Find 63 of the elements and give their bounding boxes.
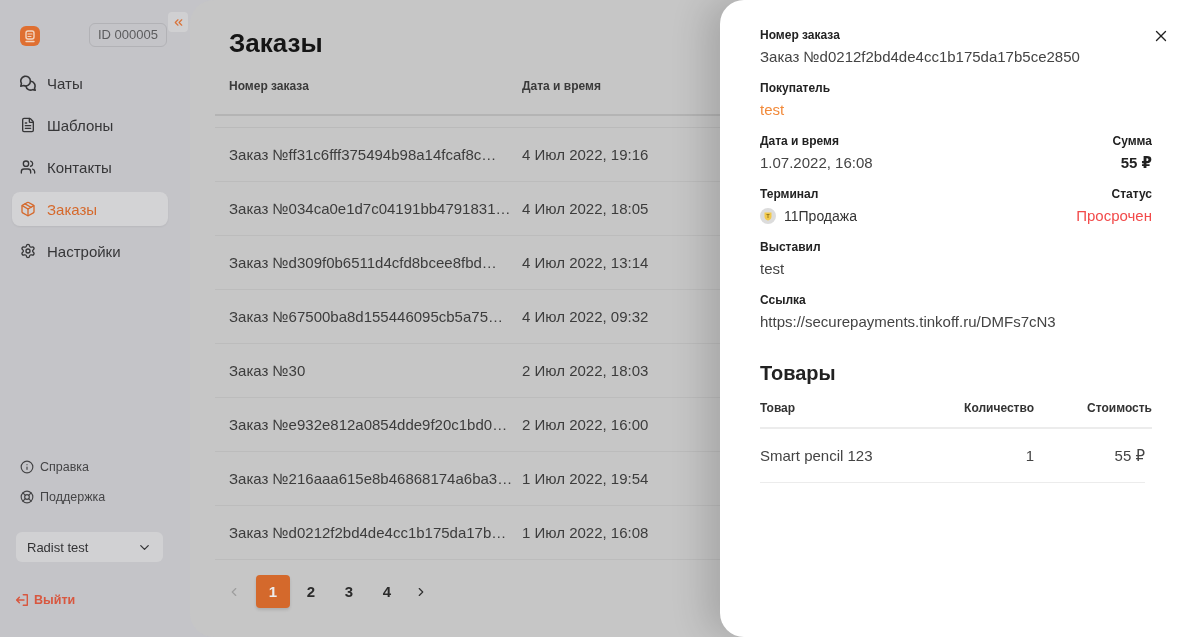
table-cell: 2 Июл 2022, 18:03 xyxy=(522,362,649,379)
table-cell-text: Заказ №034ca0e1d7c04191bb4791831… xyxy=(229,200,512,217)
order-number-text: Заказ №d0212f2bd4de4cc1b175da17b5ce2850 xyxy=(760,47,1080,67)
table-cell-text: Заказ №d309f0b6511d4cfd8bcee8fbd… xyxy=(229,254,498,271)
column-header: Стоимость xyxy=(1087,400,1152,416)
table-cell: 4 Июл 2022, 19:16 xyxy=(522,146,649,163)
sidebar-item[interactable]: Настройки xyxy=(12,234,168,268)
section-title: Товары xyxy=(760,361,836,386)
info-icon xyxy=(20,460,34,474)
table-cell: 1 xyxy=(1025,447,1034,464)
table-cell: 1 Июл 2022, 16:08 xyxy=(522,524,649,541)
issuer-name-text: test xyxy=(760,259,785,279)
payment-link[interactable]: https://securepayments.tinkoff.ru/DMFs7cN3 xyxy=(760,311,1056,333)
status-text: Просрочен xyxy=(1076,206,1152,226)
page-title: Заказы xyxy=(229,27,323,60)
emblem-icon xyxy=(760,208,776,224)
column-header: Количество xyxy=(964,400,1034,416)
lifebuoy-icon xyxy=(20,490,34,504)
table-cell-text: Заказ №216aaa615e8b46868174a6ba3… xyxy=(229,470,514,487)
table-cell: 4 Июл 2022, 13:14 xyxy=(522,254,649,271)
field-label: Дата и время xyxy=(760,133,839,149)
table-cell-text: Заказ №d0212f2bd4de4cc1b175da17b… xyxy=(229,524,508,541)
page-button[interactable]: 2 xyxy=(294,575,328,608)
logo-icon xyxy=(20,26,40,46)
table-cell: 4 Июл 2022, 18:05 xyxy=(522,200,649,217)
column-header: Товар xyxy=(760,400,796,416)
chat-bubbles-icon xyxy=(20,75,36,91)
sidebar-item[interactable]: Шаблоны xyxy=(12,108,168,142)
field-label: Статус xyxy=(1111,186,1152,202)
table-cell: Smart pencil 123 xyxy=(760,447,873,464)
date-time-text: 1.07.2022, 16:08 xyxy=(760,153,873,173)
logout-icon xyxy=(16,594,28,606)
table-cell: 2 Июл 2022, 16:00 xyxy=(522,416,649,433)
help-link[interactable]: Поддержка xyxy=(12,486,106,508)
table-cell: 4 Июл 2022, 09:32 xyxy=(522,308,649,325)
document-icon xyxy=(20,117,36,133)
column-header: Номер заказа xyxy=(229,79,310,93)
workspace-select[interactable]: Radist test xyxy=(16,532,163,562)
table-cell: 1 Июл 2022, 19:54 xyxy=(522,470,649,487)
table-cell-text: Заказ №67500ba8d155446095cb5a75… xyxy=(229,308,504,325)
field-label: Выставил xyxy=(760,239,821,255)
box-icon xyxy=(20,201,36,217)
settings-icon xyxy=(20,243,36,259)
field-label: Сумма xyxy=(1112,133,1152,149)
field-label: Номер заказа xyxy=(760,27,840,43)
page-button[interactable]: 3 xyxy=(332,575,366,608)
help-link[interactable]: Справка xyxy=(12,456,90,478)
table-cell-text: Заказ №30 xyxy=(229,362,307,379)
sidebar-item[interactable]: Чаты xyxy=(12,66,168,100)
page-button[interactable]: 4 xyxy=(370,575,404,608)
people-icon xyxy=(20,159,36,175)
table-cell: 55 ₽ xyxy=(1114,446,1145,465)
table-cell-text: Заказ №e932e812a0854dde9f20c1bd0… xyxy=(229,416,509,433)
sidebar-item[interactable]: Контакты xyxy=(12,150,168,184)
field-label: Терминал xyxy=(760,186,819,202)
account-id-badge: ID 000005 xyxy=(89,23,167,47)
column-header: Дата и время xyxy=(522,79,601,93)
table-cell-text: Заказ №ff31c6fff375494b98a14fcaf8c… xyxy=(229,146,498,163)
field-label: Покупатель xyxy=(760,80,831,96)
terminal-name-text: 11Продажа xyxy=(784,208,857,224)
field-label: Ссылка xyxy=(760,292,806,308)
amount-text: 55 ₽ xyxy=(1120,153,1152,173)
collapse-sidebar-button[interactable] xyxy=(168,12,188,32)
